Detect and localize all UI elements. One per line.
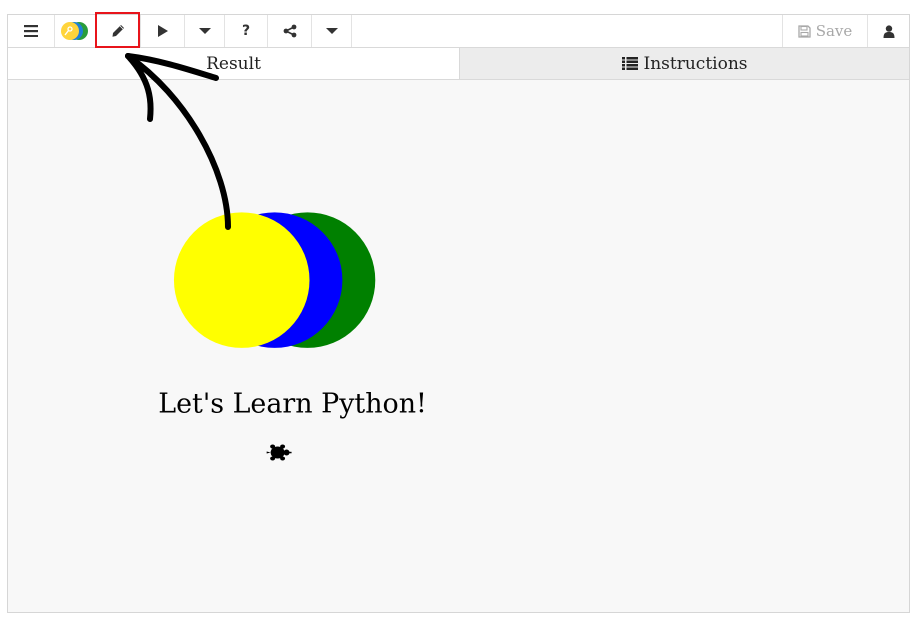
turtle-icon — [266, 444, 292, 461]
run-button[interactable] — [141, 15, 185, 47]
python-logo-button[interactable] — [55, 15, 96, 47]
blue-circle — [206, 212, 343, 348]
share-options-dropdown[interactable] — [312, 15, 352, 47]
caret-down-icon — [325, 28, 338, 34]
canvas-text: Let's Learn Python! — [158, 389, 427, 420]
share-button[interactable] — [268, 15, 312, 47]
tab-result[interactable]: Result — [8, 48, 460, 79]
account-button[interactable] — [867, 15, 909, 47]
question-icon: ? — [241, 23, 251, 39]
toolbar: ? Save — [8, 15, 909, 48]
help-button[interactable]: ? — [225, 15, 268, 47]
caret-down-icon — [198, 28, 211, 34]
menu-button[interactable] — [8, 15, 55, 47]
share-icon — [283, 24, 296, 38]
tab-instructions-label: Instructions — [643, 53, 748, 74]
yellow-circle — [173, 212, 310, 348]
run-options-dropdown[interactable] — [185, 15, 225, 47]
list-icon — [621, 57, 638, 70]
floppy-disk-icon — [798, 24, 811, 38]
edit-button-highlight — [95, 12, 140, 48]
python-logo-icon — [61, 22, 88, 40]
tab-result-label: Result — [206, 53, 261, 74]
play-icon — [157, 25, 168, 37]
editor-window: ? Save Result Instructions Let's Learn P… — [7, 14, 910, 613]
turtle-canvas: Let's Learn Python! — [158, 212, 427, 461]
output-tabs: Result Instructions — [8, 48, 909, 80]
tab-instructions[interactable]: Instructions — [460, 48, 909, 79]
save-button[interactable]: Save — [782, 15, 867, 47]
hamburger-icon — [24, 25, 38, 37]
save-label: Save — [815, 22, 853, 40]
green-circle — [239, 212, 376, 348]
user-icon — [883, 24, 894, 38]
